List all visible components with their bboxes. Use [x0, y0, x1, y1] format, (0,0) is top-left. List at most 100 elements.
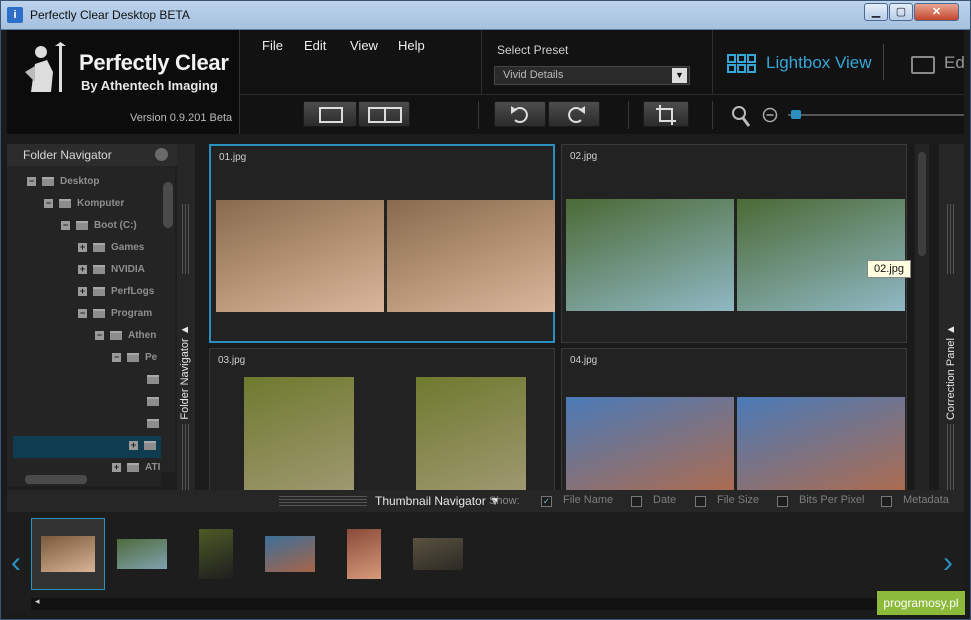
scrollbar-thumb[interactable]	[163, 182, 173, 228]
maximize-button[interactable]: ▢	[889, 3, 913, 21]
image-before[interactable]	[566, 199, 734, 311]
scrollbar-thumb[interactable]	[918, 152, 926, 256]
image-before[interactable]	[244, 377, 354, 490]
image-cell[interactable]: 01.jpg	[209, 144, 555, 343]
tree-item[interactable]	[147, 374, 161, 392]
panel-grip[interactable]	[947, 424, 955, 494]
panel-grip[interactable]	[182, 204, 190, 274]
panel-grip[interactable]	[279, 496, 367, 506]
tree-item[interactable]: +	[129, 440, 161, 458]
zoom-out-icon[interactable]	[762, 107, 778, 123]
expand-icon[interactable]: +	[129, 440, 138, 450]
expand-icon[interactable]: +	[78, 286, 87, 296]
image-cell[interactable]: 03.jpg	[209, 348, 555, 490]
tree-item[interactable]: + PerfLogs	[78, 286, 154, 304]
edit-view-tab[interactable]: Ed	[944, 53, 965, 73]
filmstrip-thumbnail[interactable]	[117, 539, 167, 569]
filmstrip-scrollbar[interactable]: ◂	[31, 596, 877, 610]
split-view-icon	[368, 107, 402, 123]
bpp-checkbox[interactable]	[777, 496, 788, 507]
tree-item[interactable]: − Program	[78, 308, 152, 326]
folder-navigator-toggle[interactable]: Folder Navigator ▲	[177, 144, 195, 494]
rotate-right-button[interactable]	[548, 101, 600, 127]
menu-view[interactable]: View	[350, 38, 378, 53]
edit-view-icon[interactable]	[911, 56, 935, 74]
correction-panel-tab[interactable]: Correction Panel ▲	[945, 322, 957, 422]
tree-item[interactable]: − Komputer	[44, 198, 124, 216]
menu-bar: File Edit View Help	[240, 30, 480, 94]
filmstrip-thumbnail[interactable]	[347, 529, 381, 579]
tree-item[interactable]: + ATI	[112, 462, 160, 472]
tree-item[interactable]: − Athen	[95, 330, 156, 348]
image-cell[interactable]: 02.jpg	[561, 144, 907, 343]
logo-title: Perfectly Clear	[79, 50, 229, 75]
image-cell[interactable]: 04.jpg	[561, 348, 907, 490]
grid-scrollbar[interactable]	[915, 144, 929, 490]
menu-help[interactable]: Help	[398, 38, 425, 53]
panel-grip[interactable]	[947, 204, 955, 274]
lightbox-view-tab[interactable]: Lightbox View	[766, 53, 872, 73]
pin-icon[interactable]	[155, 148, 168, 161]
image-after[interactable]	[416, 377, 526, 490]
folder-icon	[93, 286, 105, 296]
folder-icon	[147, 374, 159, 384]
zoom-slider-handle[interactable]	[791, 110, 801, 119]
metadata-checkbox[interactable]	[881, 496, 892, 507]
tree-item[interactable]: − Pe	[112, 352, 157, 370]
image-before[interactable]	[216, 200, 384, 312]
image-after[interactable]	[387, 200, 555, 312]
menu-file[interactable]: File	[262, 38, 283, 53]
filmstrip-prev-button[interactable]: ‹	[11, 546, 21, 580]
app-window: i Perfectly Clear Desktop BETA ▁ ▢ ✕ Per…	[0, 0, 971, 620]
chevron-down-icon[interactable]: ▼	[672, 68, 687, 83]
collapse-icon[interactable]: −	[27, 176, 36, 186]
image-after[interactable]	[737, 199, 905, 311]
collapse-icon[interactable]: −	[61, 220, 70, 230]
tree-item[interactable]: + Games	[78, 242, 144, 260]
scroll-left-arrow-icon[interactable]: ◂	[35, 596, 40, 607]
grid-view-icon[interactable]	[727, 54, 757, 74]
panel-grip[interactable]	[182, 424, 190, 494]
folder-navigator-tab[interactable]: Folder Navigator ▲	[179, 322, 191, 422]
thumbnail-navigator-toggle[interactable]: Thumbnail Navigator ▼	[375, 494, 501, 508]
zoom-slider[interactable]	[788, 114, 964, 116]
rotate-left-button[interactable]	[494, 101, 546, 127]
collapse-icon[interactable]: −	[112, 352, 121, 362]
tree-item[interactable]: − Desktop	[27, 176, 99, 194]
filename-checkbox[interactable]: ✓	[541, 496, 552, 507]
crop-button[interactable]	[643, 101, 689, 127]
filmstrip-thumbnail[interactable]	[413, 538, 463, 570]
date-checkbox[interactable]	[631, 496, 642, 507]
filesize-checkbox[interactable]	[695, 496, 706, 507]
single-view-button[interactable]	[303, 101, 357, 127]
tree-item[interactable]	[147, 418, 161, 436]
filmstrip-next-button[interactable]: ›	[943, 546, 953, 580]
folder-tree-scrollbar[interactable]	[161, 166, 175, 472]
image-after[interactable]	[737, 397, 905, 490]
filmstrip-thumbnail[interactable]	[41, 536, 95, 572]
preset-dropdown[interactable]: Vivid Details ▼	[494, 66, 690, 85]
close-button[interactable]: ✕	[914, 3, 959, 21]
tree-item[interactable]: − Boot (C:)	[61, 220, 137, 238]
divider	[478, 101, 479, 129]
expand-icon[interactable]: +	[78, 242, 87, 252]
collapse-icon[interactable]: −	[78, 308, 87, 318]
split-view-button[interactable]	[358, 101, 410, 127]
filmstrip-thumbnail[interactable]	[265, 536, 315, 572]
tree-item[interactable]: + NVIDIA	[78, 264, 145, 282]
minimize-button[interactable]: ▁	[864, 3, 888, 21]
watermark: programosy.pl	[877, 591, 965, 615]
expand-icon[interactable]: +	[112, 462, 121, 472]
scrollbar-thumb[interactable]	[25, 475, 87, 484]
tree-item[interactable]	[147, 396, 161, 414]
collapse-icon[interactable]: −	[44, 198, 53, 208]
collapse-icon[interactable]: −	[95, 330, 104, 340]
image-before[interactable]	[566, 397, 734, 490]
correction-panel-toggle[interactable]: Correction Panel ▲	[939, 144, 964, 494]
zoom-icon[interactable]	[730, 103, 752, 129]
folder-icon	[93, 264, 105, 274]
expand-icon[interactable]: +	[78, 264, 87, 274]
filmstrip-thumbnail[interactable]	[199, 529, 233, 579]
menu-edit[interactable]: Edit	[304, 38, 326, 53]
folder-tree-hscrollbar[interactable]	[7, 472, 161, 486]
